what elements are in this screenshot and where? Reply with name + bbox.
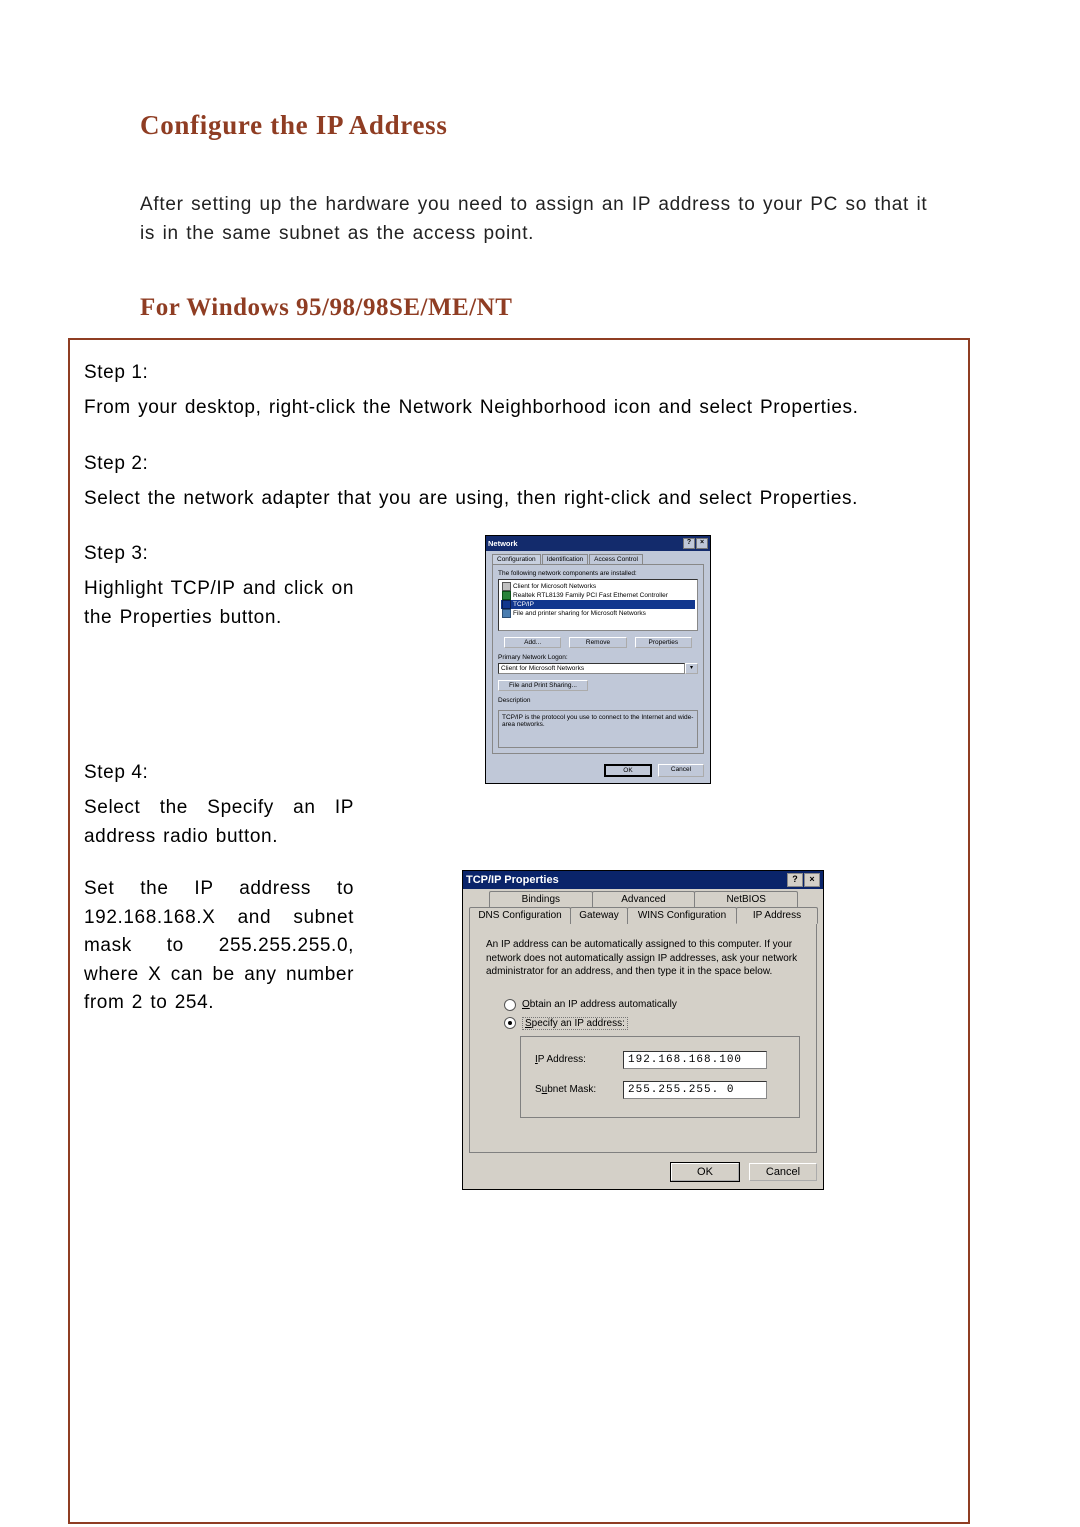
tab-wins-configuration[interactable]: WINS Configuration: [627, 907, 737, 924]
help-icon[interactable]: ?: [787, 873, 803, 887]
tcpip-dialog-titlebar[interactable]: TCP/IP Properties ? ×: [463, 871, 823, 889]
radio-icon: [504, 1017, 516, 1029]
list-item-label: Realtek RTL8139 Family PCI Fast Ethernet…: [513, 592, 668, 599]
step-4-text-2: Set the IP address to 192.168.168.X and …: [84, 875, 354, 1018]
properties-button[interactable]: Properties: [635, 637, 692, 648]
subnet-mask-label: Subnet Mask:: [535, 1084, 623, 1095]
tab-identification[interactable]: Identification: [542, 554, 589, 564]
tab-dns-configuration[interactable]: DNS Configuration: [469, 907, 571, 924]
tab-netbios[interactable]: NetBIOS: [694, 891, 798, 907]
network-dialog: Network ? × Configuration Identification…: [485, 535, 711, 784]
radio-obtain-label: Obtain an IP address automatically: [522, 999, 677, 1010]
network-dialog-title: Network: [488, 539, 518, 548]
radio-specify-ip[interactable]: Specify an IP address:: [504, 1017, 800, 1030]
help-icon[interactable]: ?: [683, 538, 695, 549]
list-item[interactable]: File and printer sharing for Microsoft N…: [501, 609, 695, 618]
close-icon[interactable]: ×: [804, 873, 820, 887]
components-label: The following network components are ins…: [498, 570, 698, 577]
list-item-label: Client for Microsoft Networks: [513, 583, 596, 590]
components-listbox[interactable]: Client for Microsoft Networks Realtek RT…: [498, 579, 698, 631]
tab-configuration[interactable]: Configuration: [492, 554, 541, 564]
description-label: Description: [498, 697, 698, 704]
ok-button[interactable]: OK: [671, 1163, 739, 1181]
heading-windows-versions: For Windows 95/98/98SE/ME/NT: [140, 294, 970, 322]
description-text: TCP/IP is the protocol you use to connec…: [498, 710, 698, 748]
remove-button[interactable]: Remove: [569, 637, 626, 648]
tab-gateway[interactable]: Gateway: [570, 907, 628, 924]
list-item-selected[interactable]: TCP/IP: [501, 600, 695, 609]
step-1-label: Step 1:: [84, 362, 954, 384]
close-icon[interactable]: ×: [696, 538, 708, 549]
primary-logon-combo[interactable]: Client for Microsoft Networks ▾: [498, 663, 698, 674]
add-button[interactable]: Add...: [504, 637, 561, 648]
network-dialog-titlebar[interactable]: Network ? ×: [486, 536, 710, 551]
adapter-icon: [502, 591, 511, 600]
list-item-label: TCP/IP: [513, 601, 534, 608]
ip-fieldset: IP Address: 192.168.168.100 Subnet Mask:…: [520, 1036, 800, 1118]
ip-info-text: An IP address can be automatically assig…: [486, 938, 800, 979]
tab-ip-address[interactable]: IP Address: [736, 907, 818, 924]
tcpip-properties-dialog: TCP/IP Properties ? × Bindings Advanced …: [462, 870, 824, 1190]
step-2-text: Select the network adapter that you are …: [84, 485, 954, 514]
protocol-icon: [502, 600, 511, 609]
list-item[interactable]: Client for Microsoft Networks: [501, 582, 695, 591]
sharing-icon: [502, 609, 511, 618]
heading-configure-ip: Configure the IP Address: [140, 110, 970, 141]
tcpip-tabs-front-row: DNS Configuration Gateway WINS Configura…: [469, 907, 817, 924]
step-2: Step 2: Select the network adapter that …: [84, 453, 954, 514]
file-print-sharing-button[interactable]: File and Print Sharing...: [498, 680, 588, 691]
client-icon: [502, 582, 511, 591]
ip-address-input[interactable]: 192.168.168.100: [623, 1051, 767, 1069]
radio-specify-label: Specify an IP address:: [522, 1017, 628, 1030]
primary-logon-label: Primary Network Logon:: [498, 654, 698, 661]
radio-obtain-automatically[interactable]: Obtain an IP address automatically: [504, 999, 800, 1011]
subnet-mask-input[interactable]: 255.255.255. 0: [623, 1081, 767, 1099]
cancel-button[interactable]: Cancel: [749, 1163, 817, 1181]
document-page: Configure the IP Address After setting u…: [0, 0, 1080, 1527]
chevron-down-icon[interactable]: ▾: [685, 663, 698, 674]
step-1-text: From your desktop, right-click the Netwo…: [84, 394, 954, 423]
step-4-label: Step 4:: [84, 762, 354, 784]
list-item[interactable]: Realtek RTL8139 Family PCI Fast Ethernet…: [501, 591, 695, 600]
cancel-button[interactable]: Cancel: [658, 764, 704, 777]
step-2-label: Step 2:: [84, 453, 954, 475]
step-3-text: Highlight TCP/IP and click on the Proper…: [84, 575, 354, 632]
tab-advanced[interactable]: Advanced: [592, 891, 696, 907]
tcpip-tabs-back-row: Bindings Advanced NetBIOS: [489, 891, 797, 907]
network-dialog-tabs: Configuration Identification Access Cont…: [492, 554, 704, 564]
step-1: Step 1: From your desktop, right-click t…: [84, 362, 954, 423]
primary-logon-value: Client for Microsoft Networks: [498, 663, 685, 674]
ip-address-label: IP Address:: [535, 1054, 623, 1065]
tcpip-dialog-title: TCP/IP Properties: [466, 874, 559, 886]
radio-icon: [504, 999, 516, 1011]
step-4-text-1: Select the Specify an IP address radio b…: [84, 794, 354, 851]
step-3-label: Step 3:: [84, 543, 354, 565]
steps-container: Step 1: From your desktop, right-click t…: [68, 338, 970, 1524]
intro-paragraph: After setting up the hardware you need t…: [140, 191, 930, 248]
tab-bindings[interactable]: Bindings: [489, 891, 593, 907]
ok-button[interactable]: OK: [604, 764, 652, 777]
list-item-label: File and printer sharing for Microsoft N…: [513, 610, 646, 617]
tab-access-control[interactable]: Access Control: [589, 554, 643, 564]
